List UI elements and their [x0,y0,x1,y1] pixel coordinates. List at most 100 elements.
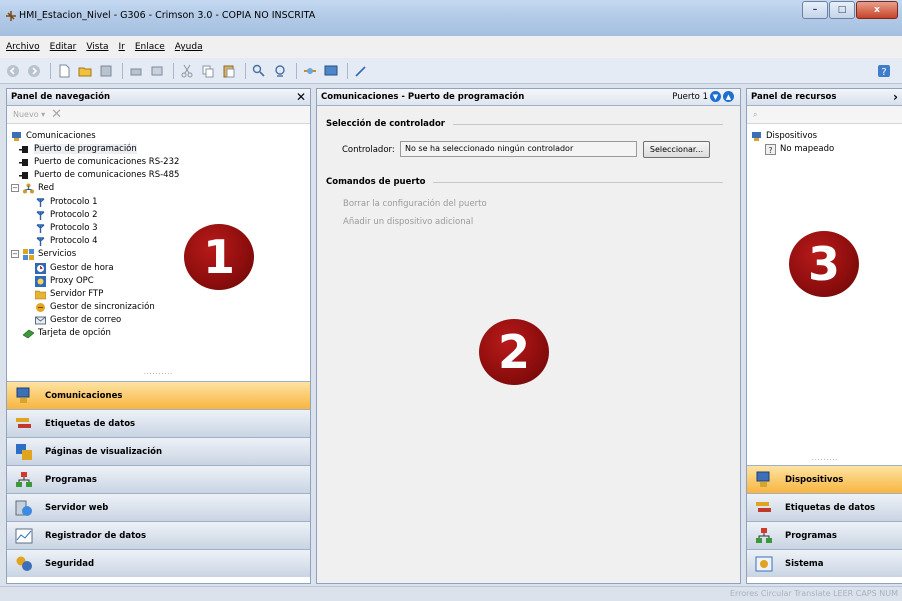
center-panel: Comunicaciones - Puerto de programación … [316,88,741,584]
menu-vista[interactable]: Vista [86,42,108,52]
menu-archivo[interactable]: Archivo [6,42,40,52]
tree-item-gestor-sincronizacion[interactable]: Gestor de sincronización [35,301,155,313]
replace-icon[interactable] [271,62,289,80]
app-icon [5,10,17,22]
tree-item-protocolo-3[interactable]: Protocolo 3 [35,222,98,234]
tree-item-protocolo-2[interactable]: Protocolo 2 [35,209,98,221]
add-device-link[interactable]: Añadir un dispositivo adicional [343,217,473,227]
tree-item-servicios[interactable]: Servicios [23,248,76,260]
back-icon[interactable] [4,62,22,80]
toolbar-separator [50,62,51,79]
port-icon [19,144,30,155]
svg-text:?: ? [881,67,886,78]
opc-icon [35,275,46,287]
nav-section-registrador[interactable]: Registrador de datos [7,521,310,549]
menu-enlace[interactable]: Enlace [135,42,165,52]
nav-section-etiquetas[interactable]: Etiquetas de datos [7,409,310,437]
nav-section-comunicaciones[interactable]: Comunicaciones [7,381,310,409]
panel-splitter[interactable]: ·········· [7,372,310,378]
resource-panel: Panel de recursos › ⌕ Dispositivos ? No … [746,88,902,584]
nav-section-programas[interactable]: Programas [7,465,310,493]
annotation-badge-2: 2 [479,319,549,385]
tree-item-servidor-ftp[interactable]: Servidor FTP [35,288,103,300]
menu-ir[interactable]: Ir [119,42,125,52]
sync-icon [35,302,46,313]
protocol-icon [35,197,46,208]
collapse-servicios-toggle[interactable]: − [11,250,19,258]
navigation-tree: Comunicaciones Puerto de programación Pu… [7,124,310,364]
system-icon [755,555,773,573]
title-bar: HMI_Estacion_Nivel - G306 - Crimson 3.0 … [0,0,902,36]
menu-editar[interactable]: Editar [50,42,77,52]
devices-icon [755,471,773,489]
tree-item-puerto-programacion[interactable]: Puerto de programación [19,143,137,155]
nav-section-paginas[interactable]: Páginas de visualización [7,437,310,465]
port-commands-group: Comandos de puerto [326,177,724,187]
save-icon[interactable] [97,62,115,80]
port-down-icon[interactable]: ▼ [710,91,721,102]
link-icon[interactable] [301,62,319,80]
tree-item-proxy-opc[interactable]: Proxy OPC [35,275,94,287]
controller-selection-group: Selección de controlador [326,119,724,129]
resource-section-sistema[interactable]: Sistema [747,549,902,577]
help-icon[interactable]: ? [875,62,893,80]
tree-item-rs232[interactable]: Puerto de comunicaciones RS-232 [19,156,179,168]
port-label: Puerto 1 [672,91,708,102]
tree-item-gestor-hora[interactable]: Gestor de hora [35,262,114,274]
maximize-button[interactable]: □ [829,1,855,19]
resource-section-programas[interactable]: Programas [747,521,902,549]
print-preview-icon[interactable] [148,62,166,80]
delete-icon[interactable]: ✕ [51,107,62,122]
open-folder-icon[interactable] [76,62,94,80]
web-server-icon [15,499,33,517]
new-file-icon[interactable] [55,62,73,80]
tree-item-dispositivos[interactable]: Dispositivos [751,130,817,142]
protocol-icon [35,223,46,234]
toolbar: ? [0,58,902,84]
select-controller-button[interactable]: Seleccionar... [643,141,710,158]
panel-splitter[interactable]: ········· [747,458,902,464]
paste-icon[interactable] [220,62,238,80]
wand-icon[interactable] [352,62,370,80]
minimize-button[interactable]: – [802,1,828,19]
nav-section-seguridad[interactable]: Seguridad [7,549,310,577]
tree-item-protocolo-1[interactable]: Protocolo 1 [35,196,98,208]
tree-item-no-mapeado[interactable]: ? No mapeado [765,143,834,155]
resource-section-dispositivos[interactable]: Dispositivos [747,465,902,493]
monitor-icon[interactable] [322,62,340,80]
cut-icon[interactable] [178,62,196,80]
new-item-button[interactable]: Nuevo ▾ [13,110,45,119]
tree-item-protocolo-4[interactable]: Protocolo 4 [35,235,98,247]
collapse-panel-icon[interactable]: › [893,90,898,104]
tree-item-comunicaciones[interactable]: Comunicaciones [11,130,96,142]
port-icon [19,170,30,181]
resource-section-etiquetas[interactable]: Etiquetas de datos [747,493,902,521]
group-title-commands: Comandos de puerto [326,177,426,187]
tree-item-tarjeta-opcion[interactable]: Tarjeta de opción [23,327,111,339]
clear-port-config-link[interactable]: Borrar la configuración del puerto [343,199,487,209]
port-up-icon[interactable]: ▲ [723,91,734,102]
tree-item-rs485[interactable]: Puerto de comunicaciones RS-485 [19,169,179,181]
question-icon: ? [765,143,776,155]
close-button[interactable]: x [856,1,898,19]
copy-icon[interactable] [199,62,217,80]
toolbar-separator [296,62,297,79]
toolbar-separator [122,62,123,79]
print-icon[interactable] [127,62,145,80]
controller-field[interactable]: No se ha seleccionado ningún controlador [400,141,637,157]
resource-panel-title: Panel de recursos [751,92,837,102]
resource-subtoolbar: ⌕ [747,106,902,124]
menu-ayuda[interactable]: Ayuda [175,42,203,52]
nav-section-servidor-web[interactable]: Servidor web [7,493,310,521]
collapse-red-toggle[interactable]: − [11,184,19,192]
search-icon[interactable]: ⌕ [753,110,757,120]
find-icon[interactable] [250,62,268,80]
option-card-icon [23,328,34,339]
protocol-icon [35,210,46,221]
tree-item-red[interactable]: Red [23,182,54,194]
display-pages-icon [15,443,33,461]
forward-icon[interactable] [25,62,43,80]
close-panel-icon[interactable]: ✕ [296,90,306,104]
tree-item-gestor-correo[interactable]: Gestor de correo [35,314,121,326]
port-indicator: Puerto 1 ▼ ▲ [672,91,734,102]
